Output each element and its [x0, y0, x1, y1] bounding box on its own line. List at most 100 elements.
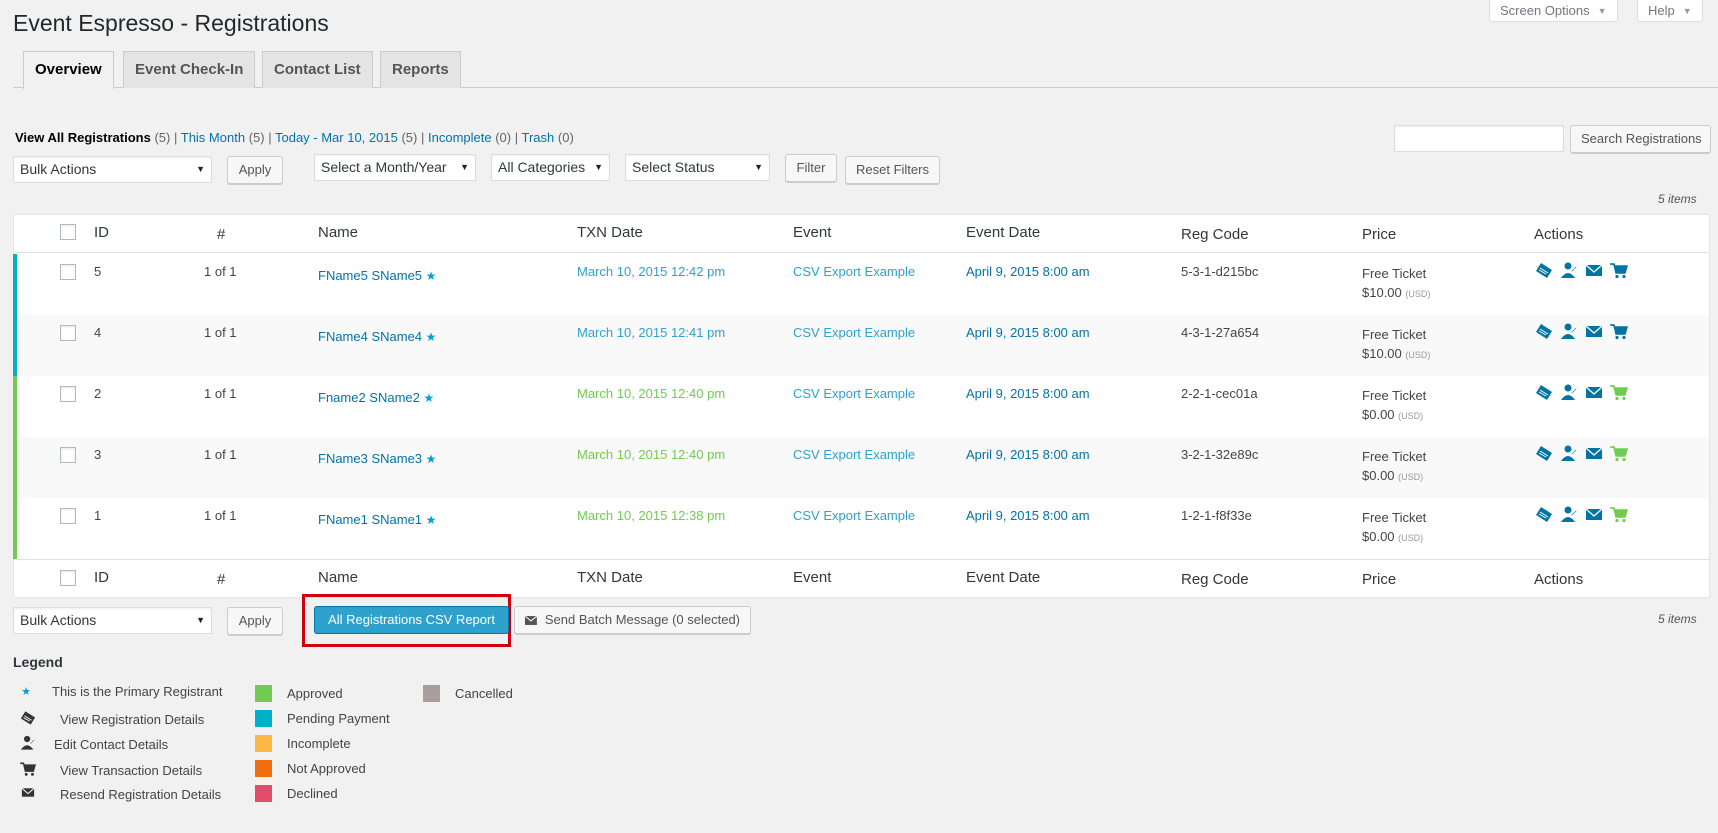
cart-icon[interactable] — [1609, 506, 1628, 523]
row-event-link[interactable]: CSV Export Example — [793, 386, 915, 401]
registrant-name-link[interactable]: FName3 SName3 — [318, 451, 422, 466]
column-name-footer[interactable]: Name — [318, 569, 358, 586]
column-event-date[interactable]: Event Date — [966, 224, 1040, 241]
bulk-actions-select-top[interactable]: Bulk Actions ▼ — [13, 156, 212, 183]
contact-icon[interactable] — [1559, 506, 1578, 523]
column-id-footer[interactable]: ID — [94, 569, 109, 586]
reset-filters-button[interactable]: Reset Filters — [845, 156, 940, 184]
row-event-date[interactable]: April 9, 2015 8:00 am — [966, 325, 1090, 340]
ticket-icon[interactable] — [1534, 506, 1553, 523]
row-reg-code: 3-2-1-32e89c — [1181, 447, 1259, 462]
contact-icon[interactable] — [1559, 384, 1578, 401]
column-txn-date[interactable]: TXN Date — [577, 224, 643, 241]
envelope-icon[interactable] — [1584, 384, 1603, 401]
legend-label: Approved — [287, 686, 343, 701]
row-id: 1 — [94, 508, 102, 523]
contact-icon[interactable] — [1559, 262, 1578, 279]
view-trash-link[interactable]: Trash — [522, 130, 555, 145]
table-footer: ID # Name TXN Date Event Event Date Reg … — [14, 559, 1709, 597]
bulk-actions-select-bottom[interactable]: Bulk Actions ▼ — [13, 607, 212, 634]
row-txn-date[interactable]: March 10, 2015 12:40 pm — [577, 386, 725, 401]
row-checkbox[interactable] — [60, 325, 76, 341]
apply-button-top[interactable]: Apply — [227, 156, 283, 184]
ticket-icon[interactable] — [1534, 384, 1553, 401]
select-all-checkbox[interactable] — [60, 224, 76, 240]
row-name[interactable]: FName5 SName5 ★ — [318, 268, 436, 283]
row-event-date[interactable]: April 9, 2015 8:00 am — [966, 447, 1090, 462]
star-icon: ★ — [21, 686, 31, 698]
column-event[interactable]: Event — [793, 224, 831, 241]
row-event-date[interactable]: April 9, 2015 8:00 am — [966, 508, 1090, 523]
ticket-icon[interactable] — [1534, 445, 1553, 462]
contact-icon[interactable] — [1559, 445, 1578, 462]
row-txn-date[interactable]: March 10, 2015 12:40 pm — [577, 447, 725, 462]
tab-reports[interactable]: Reports — [380, 51, 461, 88]
row-event-link[interactable]: CSV Export Example — [793, 447, 915, 462]
ticket-icon[interactable] — [1534, 262, 1553, 279]
row-event-date[interactable]: April 9, 2015 8:00 am — [966, 264, 1090, 279]
send-batch-message-button[interactable]: Send Batch Message (0 selected) — [514, 606, 751, 634]
cart-icon[interactable] — [1609, 445, 1628, 462]
month-year-select[interactable]: Select a Month/Year ▼ — [314, 154, 476, 181]
row-event-link[interactable]: CSV Export Example — [793, 264, 915, 279]
row-name[interactable]: FName4 SName4 ★ — [318, 329, 436, 344]
table-header: ID # Name TXN Date Event Event Date Reg … — [14, 215, 1709, 253]
row-event-link[interactable]: CSV Export Example — [793, 508, 915, 523]
cart-icon[interactable] — [1609, 262, 1628, 279]
screen-options-button[interactable]: Screen Options ▼ — [1489, 0, 1618, 22]
column-name[interactable]: Name — [318, 224, 358, 241]
column-event-footer[interactable]: Event — [793, 569, 831, 586]
tab-contact-list[interactable]: Contact List — [262, 51, 373, 88]
registrant-name-link[interactable]: FName1 SName1 — [318, 512, 422, 527]
view-this-month-link[interactable]: This Month — [181, 130, 245, 145]
row-name[interactable]: Fname2 SName2 ★ — [318, 390, 434, 405]
search-registrations-button[interactable]: Search Registrations — [1570, 125, 1711, 153]
envelope-icon[interactable] — [1584, 506, 1603, 523]
ticket-name: Free Ticket — [1362, 449, 1427, 464]
tab-event-check-in[interactable]: Event Check-In — [123, 51, 256, 88]
row-checkbox[interactable] — [60, 447, 76, 463]
row-price: Free Ticket $0.00 (USD) — [1362, 508, 1426, 548]
status-select[interactable]: Select Status ▼ — [625, 154, 770, 181]
row-actions — [1534, 506, 1628, 523]
tab-overview[interactable]: Overview — [23, 51, 114, 89]
ticket-icon[interactable] — [1534, 323, 1553, 340]
envelope-icon[interactable] — [1584, 445, 1603, 462]
search-input[interactable] — [1394, 125, 1564, 152]
row-name[interactable]: FName3 SName3 ★ — [318, 451, 436, 466]
row-name[interactable]: FName1 SName1 ★ — [318, 512, 436, 527]
row-txn-date[interactable]: March 10, 2015 12:38 pm — [577, 508, 725, 523]
envelope-icon[interactable] — [1584, 323, 1603, 340]
contact-icon[interactable] — [1559, 323, 1578, 340]
envelope-icon[interactable] — [1584, 262, 1603, 279]
column-txn-date-footer[interactable]: TXN Date — [577, 569, 643, 586]
apply-button-bottom[interactable]: Apply — [227, 607, 283, 635]
primary-registrant-star-icon: ★ — [425, 269, 437, 283]
view-today-link[interactable]: Today - Mar 10, 2015 — [275, 130, 398, 145]
view-incomplete-link[interactable]: Incomplete — [428, 130, 492, 145]
row-checkbox[interactable] — [60, 508, 76, 524]
registrant-name-link[interactable]: FName5 SName5 — [318, 268, 422, 283]
registrant-name-link[interactable]: FName4 SName4 — [318, 329, 422, 344]
filter-button[interactable]: Filter — [785, 154, 837, 182]
items-count-top: 5 items — [1658, 192, 1697, 206]
row-checkbox[interactable] — [60, 264, 76, 280]
column-event-date-footer[interactable]: Event Date — [966, 569, 1040, 586]
select-all-checkbox-footer[interactable] — [60, 570, 76, 586]
row-txn-date[interactable]: March 10, 2015 12:41 pm — [577, 325, 725, 340]
row-id: 3 — [94, 447, 102, 462]
row-txn-date[interactable]: March 10, 2015 12:42 pm — [577, 264, 725, 279]
help-button[interactable]: Help ▼ — [1637, 0, 1703, 22]
row-checkbox[interactable] — [60, 386, 76, 402]
row-event-date[interactable]: April 9, 2015 8:00 am — [966, 386, 1090, 401]
cart-icon[interactable] — [1609, 323, 1628, 340]
column-id[interactable]: ID — [94, 224, 109, 241]
view-all-link[interactable]: View All Registrations — [15, 130, 151, 145]
registrant-name-link[interactable]: Fname2 SName2 — [318, 390, 420, 405]
cart-icon[interactable] — [1609, 384, 1628, 401]
categories-select[interactable]: All Categories ▼ — [491, 154, 610, 181]
csv-report-button[interactable]: All Registrations CSV Report — [314, 606, 509, 634]
column-number-footer: # — [217, 571, 226, 588]
status-bar — [13, 437, 17, 498]
row-event-link[interactable]: CSV Export Example — [793, 325, 915, 340]
